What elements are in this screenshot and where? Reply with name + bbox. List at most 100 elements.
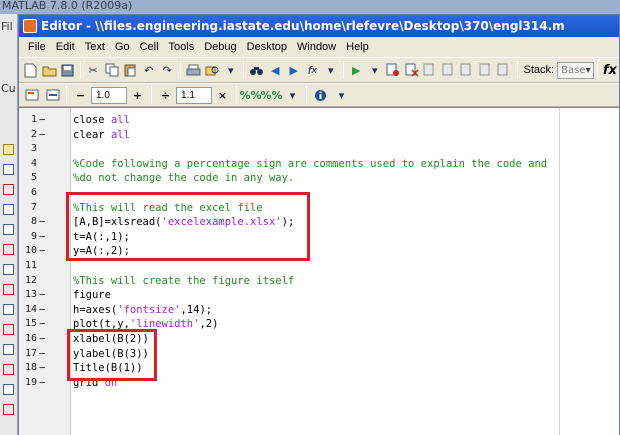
back-arrow-icon[interactable]: ◀ xyxy=(268,62,283,79)
menu-tools[interactable]: Tools xyxy=(164,41,200,53)
menu-debug[interactable]: Debug xyxy=(199,41,241,53)
cell-percent-alt-icon[interactable]: %% xyxy=(260,87,282,104)
step-in-icon[interactable] xyxy=(442,62,457,79)
code-line[interactable]: 11 xyxy=(19,259,619,274)
paste-icon[interactable] xyxy=(123,62,138,79)
breakpoint-marker[interactable]: − xyxy=(39,332,45,347)
code-line[interactable]: 4 %Code following a percentage sign are c… xyxy=(19,157,619,172)
file-icon[interactable] xyxy=(3,264,14,275)
step-icon[interactable] xyxy=(423,62,438,79)
folder-icon[interactable] xyxy=(3,144,14,155)
file-icon[interactable] xyxy=(3,364,14,375)
file-icon[interactable] xyxy=(3,284,14,295)
dropdown-arrow-icon[interactable]: ▾ xyxy=(368,62,383,79)
copy-icon[interactable] xyxy=(105,62,120,79)
undo-icon[interactable]: ↶ xyxy=(142,62,157,79)
breakpoint-marker[interactable]: − xyxy=(39,288,45,303)
insert-cell-icon[interactable] xyxy=(23,87,40,104)
exit-debug-icon[interactable] xyxy=(497,62,512,79)
dropdown-arrow-icon[interactable]: ▾ xyxy=(284,87,301,104)
new-file-icon[interactable] xyxy=(23,62,38,79)
fx-function-icon[interactable]: fx xyxy=(603,62,618,79)
line-number: 15 xyxy=(24,318,37,330)
code-editor[interactable]: 1− close all 2− clear all 3 4 %Code following … xyxy=(19,107,619,435)
editor-app-icon xyxy=(23,19,37,33)
code-line[interactable]: 14− h=axes('fontsize',14); xyxy=(19,303,619,318)
divide-value-field[interactable]: 1.1 xyxy=(176,86,212,104)
dropdown-arrow-icon[interactable]: ▾ xyxy=(333,87,350,104)
code-line[interactable]: 13− figure xyxy=(19,288,619,303)
breakpoint-marker[interactable]: − xyxy=(39,230,45,245)
line-number: 7 xyxy=(30,201,37,213)
open-folder-icon[interactable] xyxy=(42,62,57,79)
file-icon[interactable] xyxy=(3,224,14,235)
line-number: 6 xyxy=(30,187,37,198)
code-token: close xyxy=(73,114,111,126)
cut-icon[interactable]: ✂ xyxy=(86,62,101,79)
code-line[interactable]: 3 xyxy=(19,142,619,157)
code-text: %This will create the figure itself xyxy=(73,274,294,289)
file-icon[interactable] xyxy=(3,164,14,175)
breakpoint-marker[interactable]: − xyxy=(39,113,45,128)
code-line[interactable]: 2− clear all xyxy=(19,128,619,143)
breakpoint-marker[interactable]: − xyxy=(39,347,45,362)
menu-text[interactable]: Text xyxy=(80,41,110,53)
file-icon[interactable] xyxy=(3,204,14,215)
file-icon[interactable] xyxy=(3,304,14,315)
divide-button[interactable]: ÷ xyxy=(157,87,174,104)
decrement-value-field[interactable]: 1.0 xyxy=(91,86,127,104)
code-line[interactable]: 5 %do not change the code in any way. xyxy=(19,171,619,186)
editor-title-bar[interactable]: Editor - \\files.engineering.iastate.edu… xyxy=(19,15,619,37)
increment-button[interactable]: + xyxy=(129,87,146,104)
print-icon[interactable] xyxy=(186,62,201,79)
multiply-button[interactable]: × xyxy=(214,87,231,104)
run-icon[interactable]: ▶ xyxy=(349,62,364,79)
dropdown-arrow-icon[interactable]: ▾ xyxy=(224,62,239,79)
function-browser-icon[interactable]: fx xyxy=(305,62,320,79)
dropdown-arrow-icon[interactable]: ▾ xyxy=(324,62,339,79)
forward-arrow-icon[interactable]: ▶ xyxy=(287,62,302,79)
breakpoint-marker[interactable]: − xyxy=(39,317,45,332)
decrement-button[interactable]: − xyxy=(72,87,89,104)
menu-go[interactable]: Go xyxy=(110,41,135,53)
stack-select[interactable]: Base xyxy=(557,61,594,79)
line-number: 4 xyxy=(30,157,37,169)
breakpoint-marker[interactable]: − xyxy=(39,215,45,230)
file-icon[interactable] xyxy=(3,324,14,335)
clear-breakpoints-icon[interactable] xyxy=(405,62,420,79)
help-info-icon[interactable] xyxy=(312,87,329,104)
menu-help[interactable]: Help xyxy=(341,41,374,53)
file-icon[interactable] xyxy=(3,344,14,355)
find-binoculars-icon[interactable] xyxy=(249,62,264,79)
code-token: clear xyxy=(73,128,111,141)
set-breakpoint-icon[interactable] xyxy=(386,62,401,79)
menu-file[interactable]: File xyxy=(23,41,51,53)
save-icon[interactable] xyxy=(61,62,76,79)
menu-desktop[interactable]: Desktop xyxy=(242,41,292,53)
breakpoint-marker[interactable]: − xyxy=(39,303,45,318)
toolbar-separator xyxy=(80,61,81,79)
file-icon[interactable] xyxy=(3,384,14,395)
file-icon[interactable] xyxy=(3,244,14,255)
breakpoint-marker[interactable]: − xyxy=(39,244,45,259)
cell-percent-icon[interactable]: %% xyxy=(239,87,261,104)
code-line[interactable]: 12 %This will create the figure itself xyxy=(19,274,619,289)
breakpoint-marker[interactable]: − xyxy=(39,361,45,376)
code-line[interactable]: 1− close all xyxy=(19,113,619,128)
line-number: 2 xyxy=(30,128,37,140)
highlight-box-labels xyxy=(67,329,157,381)
file-menu-partial[interactable]: Fil xyxy=(1,20,13,33)
menu-edit[interactable]: Edit xyxy=(51,41,80,53)
file-icon[interactable] xyxy=(3,184,14,195)
line-number: 19 xyxy=(24,376,37,388)
step-out-icon[interactable] xyxy=(460,62,475,79)
menu-window[interactable]: Window xyxy=(292,41,341,53)
breakpoint-marker[interactable]: − xyxy=(39,376,45,391)
menu-cell[interactable]: Cell xyxy=(135,41,164,53)
continue-icon[interactable] xyxy=(479,62,494,79)
file-icon[interactable] xyxy=(3,404,14,415)
breakpoint-marker[interactable]: − xyxy=(39,128,45,143)
redo-icon[interactable]: ↷ xyxy=(160,62,175,79)
find-files-icon[interactable] xyxy=(205,62,220,79)
eval-cell-icon[interactable] xyxy=(44,87,61,104)
